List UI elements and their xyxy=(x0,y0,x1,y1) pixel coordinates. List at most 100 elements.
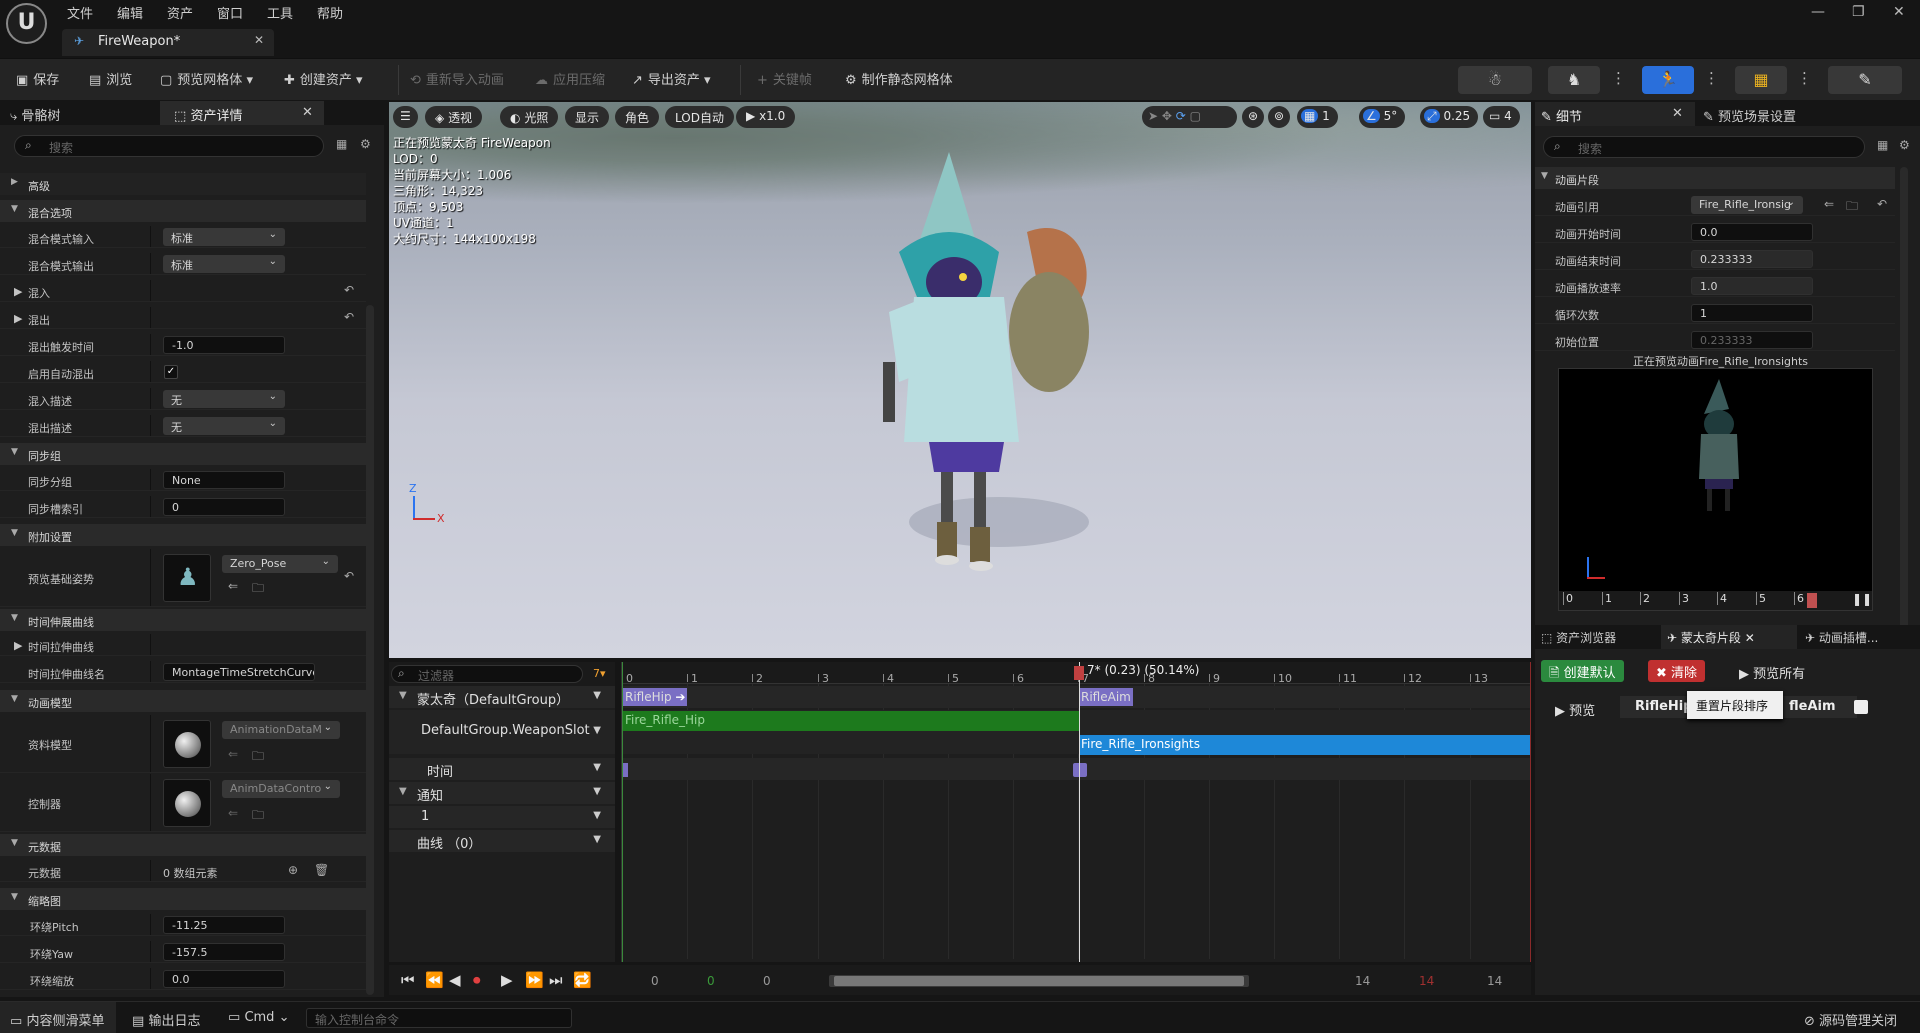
surface-snap-button[interactable]: ⊚ xyxy=(1268,106,1291,128)
track-slot[interactable]: DefaultGroup.WeaponSlot ▼ xyxy=(389,710,615,754)
data-model-dropdown[interactable]: AnimationDataM ⌄ xyxy=(222,721,340,739)
world-local-button[interactable]: ⊛ xyxy=(1242,106,1265,128)
track-curves[interactable]: 曲线 （0） ▼ xyxy=(389,830,615,852)
cmd-dropdown[interactable]: ▭ Cmd ⌄ xyxy=(228,1010,289,1025)
perspective-button[interactable]: ◈ 透视 xyxy=(425,106,483,128)
export-asset-button[interactable]: ↗ 导出资产 ▾ xyxy=(632,69,711,91)
settings-icon[interactable]: ⚙ xyxy=(1899,138,1910,152)
blend-mode-in-dropdown[interactable]: 标准 ⌄ xyxy=(163,228,285,246)
tab-asset-details[interactable]: ⬚ 资产详情 xyxy=(174,105,242,124)
mesh-mode-button[interactable]: ♞ xyxy=(1548,66,1600,94)
document-tab[interactable]: ✈ FireWeapon* ✕ xyxy=(62,29,274,56)
console-input[interactable]: 输入控制台命令 xyxy=(306,1008,572,1028)
dropdown-arrow-icon[interactable]: ▼ xyxy=(593,786,601,797)
playhead-handle[interactable] xyxy=(1074,666,1084,680)
record-icon[interactable]: ⏺ xyxy=(473,971,481,989)
controller-dropdown[interactable]: AnimDataContro ⌄ xyxy=(222,780,340,798)
row-time-stretch-curve[interactable]: ▶ 时间拉伸曲线 xyxy=(0,634,366,656)
clear-button[interactable]: ✖ 清除 xyxy=(1648,660,1706,682)
step-back-icon[interactable]: ⏪ xyxy=(425,971,444,989)
browse-asset-icon[interactable]: 🗀 xyxy=(1846,197,1858,218)
use-selected-icon[interactable]: ⇐ xyxy=(228,747,238,761)
track-montage[interactable]: ▼ 蒙太奇（DefaultGroup） ▼ xyxy=(389,686,615,708)
track-notify-1[interactable]: 1 ▼ xyxy=(389,806,615,828)
show-button[interactable]: 显示 xyxy=(565,106,610,128)
preview-all-button[interactable]: ▶ 预览所有 xyxy=(1739,663,1805,682)
close-tab-icon[interactable]: ✕ xyxy=(254,33,264,47)
skip-to-start-icon[interactable]: ⏮ xyxy=(401,971,415,989)
character-model[interactable] xyxy=(829,152,1129,612)
sync-group-name-input[interactable]: None xyxy=(163,471,285,489)
grid-snap-button[interactable]: ▦ 1 xyxy=(1297,106,1338,128)
menu-edit[interactable]: 编辑 xyxy=(117,3,143,22)
settings-icon[interactable]: ⚙ xyxy=(360,137,371,151)
blend-mode-out-dropdown[interactable]: 标准 ⌄ xyxy=(163,255,285,273)
blueprint-mode-button[interactable]: ▦ xyxy=(1735,66,1787,94)
grid-view-icon[interactable]: ▦ xyxy=(336,137,347,151)
blend-out-profile-dropdown[interactable]: 无 ⌄ xyxy=(163,417,285,435)
section-metadata[interactable]: ▼ 元数据 xyxy=(0,834,366,856)
track-notify[interactable]: ▼ 通知 ▼ xyxy=(389,782,615,804)
close-asset-details-icon[interactable]: ✕ xyxy=(302,105,313,120)
reimport-button[interactable]: ⟲ 重新导入动画 xyxy=(410,69,504,91)
menu-window[interactable]: 窗口 xyxy=(217,3,243,22)
physics-mode-button[interactable]: ✎ xyxy=(1828,66,1902,94)
tab-details[interactable]: ✎ 细节 xyxy=(1541,106,1582,125)
end-time-input[interactable]: 0.233333 xyxy=(1691,250,1813,268)
preview-mesh-button[interactable]: ▢ 预览网格体 ▾ xyxy=(160,69,253,91)
section-checkbox[interactable] xyxy=(1854,700,1868,714)
preview-scrubber[interactable]: 0 1 2 3 4 5 6 ❚❚ xyxy=(1559,591,1872,610)
menu-file[interactable]: 文件 xyxy=(67,3,93,22)
browse-asset-icon[interactable]: 🗀 xyxy=(252,806,264,827)
animation-options-icon[interactable]: ⋮ xyxy=(1704,69,1719,87)
segment-fire-rifle-hip[interactable]: Fire_Rifle_Hip xyxy=(623,711,1079,731)
data-model-thumbnail[interactable] xyxy=(163,720,211,768)
browse-button[interactable]: ▤ 浏览 xyxy=(89,69,132,91)
frame-filter-badge[interactable]: 7▾ xyxy=(593,667,606,680)
close-window-icon[interactable]: ✕ xyxy=(1893,4,1905,20)
pause-icon[interactable]: ❚❚ xyxy=(1852,592,1872,606)
reset-icon[interactable]: ↶ xyxy=(344,569,354,583)
tab-skeleton-tree[interactable]: ⤷ 骨骼树 xyxy=(10,105,60,124)
orbit-zoom-input[interactable]: 0.0 xyxy=(163,970,285,988)
apply-compression-button[interactable]: ☁ 应用压缩 xyxy=(535,69,605,91)
keyframe-button[interactable]: + 关键帧 xyxy=(757,69,812,91)
controller-thumbnail[interactable] xyxy=(163,779,211,827)
preview-button[interactable]: ▶ 预览 xyxy=(1555,700,1595,719)
left-search-input[interactable]: ⌕ 搜索 xyxy=(14,135,324,157)
playback-speed-button[interactable]: ▶ x1.0 xyxy=(736,106,796,128)
menu-help[interactable]: 帮助 xyxy=(317,3,343,22)
mesh-options-icon[interactable]: ⋮ xyxy=(1611,69,1626,87)
section-additive[interactable]: ▼ 附加设置 xyxy=(0,524,366,546)
start-pos-input[interactable]: 0.233333 xyxy=(1691,331,1813,349)
tab-montage-sections[interactable]: ✈ 蒙太奇片段 ✕ xyxy=(1667,629,1755,646)
content-drawer-button[interactable]: ▭ 内容侧滑菜单 xyxy=(10,1010,104,1029)
dropdown-arrow-icon[interactable]: ▼ xyxy=(593,725,601,736)
dropdown-arrow-icon[interactable]: ▼ xyxy=(593,762,601,773)
row-blend-in[interactable]: ▶ 混入 ↶ xyxy=(0,280,366,302)
browse-asset-icon[interactable]: 🗀 xyxy=(252,747,264,768)
reset-icon[interactable]: ↶ xyxy=(344,283,354,297)
play-icon[interactable]: ▶ xyxy=(501,971,513,989)
play-rate-input[interactable]: 1.0 xyxy=(1691,277,1813,295)
menu-asset[interactable]: 资产 xyxy=(167,3,193,22)
lod-button[interactable]: LOD自动 xyxy=(665,106,734,128)
dropdown-arrow-icon[interactable]: ▼ xyxy=(593,690,601,701)
time-marker-section[interactable] xyxy=(1073,763,1087,777)
rotation-snap-button[interactable]: ∠ 5° xyxy=(1359,106,1406,128)
output-log-button[interactable]: ▤ 输出日志 xyxy=(132,1010,200,1029)
make-static-mesh-button[interactable]: ⚙ 制作静态网格体 xyxy=(845,69,953,91)
time-stretch-curve-name-input[interactable]: MontageTimeStretchCurve xyxy=(163,663,315,681)
right-scrollbar[interactable] xyxy=(1900,167,1908,647)
restore-icon[interactable]: ❐ xyxy=(1852,4,1865,20)
blend-in-profile-dropdown[interactable]: 无 ⌄ xyxy=(163,390,285,408)
blend-out-trigger-input[interactable]: -1.0 xyxy=(163,336,285,354)
viewport[interactable]: ☰ ◈ 透视 ◐ 光照 显示 角色 LOD自动 ▶ x1.0 ➤ ✥ ⟳ ▢ ⊛… xyxy=(389,102,1531,658)
track-time[interactable]: 时间 ▼ xyxy=(389,758,615,780)
play-reverse-icon[interactable]: ◀ xyxy=(449,971,461,989)
loop-icon[interactable]: 🔁 xyxy=(573,971,592,989)
lit-button[interactable]: ◐ 光照 xyxy=(500,106,559,128)
section-time-stretch[interactable]: ▼ 时间伸展曲线 xyxy=(0,609,366,631)
skip-to-end-icon[interactable]: ⏭ xyxy=(549,971,563,989)
minimize-icon[interactable]: — xyxy=(1811,4,1825,20)
